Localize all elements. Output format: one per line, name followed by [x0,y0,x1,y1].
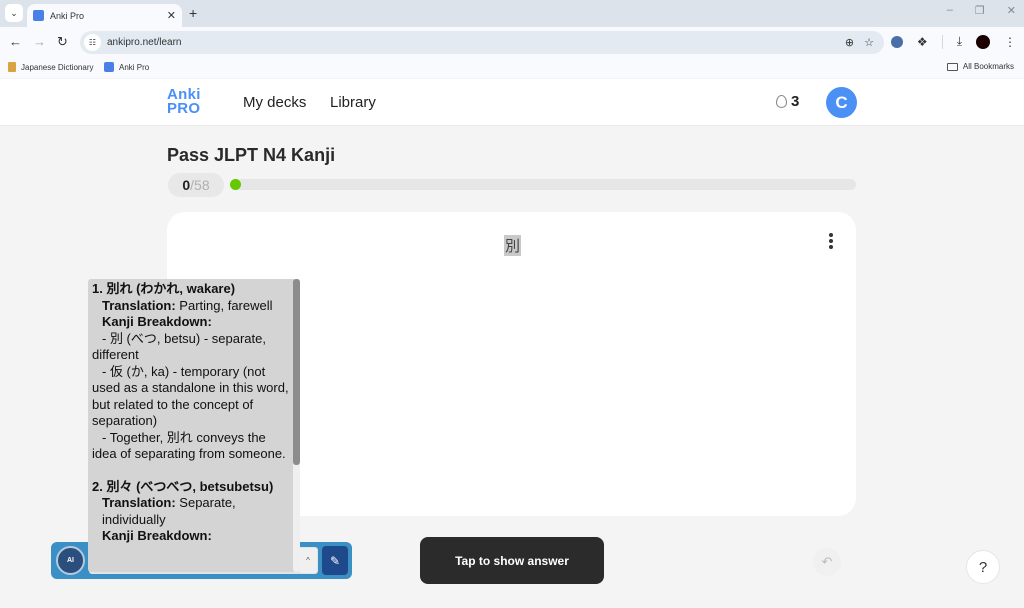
site-header: Anki PRO My decks Library 3 C [0,79,1024,126]
tab-search-button[interactable]: ⌄ [5,4,23,22]
extensions-puzzle-icon[interactable]: ❖ [917,35,928,49]
deck-title: Pass JLPT N4 Kanji [167,145,336,165]
bookmarks-bar: Japanese Dictionary Anki Pro All Bookmar… [0,58,1024,78]
progress-bar [230,179,856,190]
anki-pro-logo[interactable]: Anki PRO [167,87,201,117]
tab-title: Anki Pro [50,10,85,21]
entry-1-breakdown-line: - Together, 別れ conveys the idea of separ… [92,429,286,462]
entry-2-translation-label: Translation: [102,495,176,510]
bookmark-anki-pro[interactable]: Anki Pro [104,62,149,72]
folder-icon [946,62,958,71]
url-text[interactable]: ankipro.net/learn [107,37,845,48]
back-arrow-icon[interactable]: ← [9,34,22,49]
all-bookmarks-button[interactable]: All Bookmarks [946,62,1014,71]
pencil-icon: ✎ [329,553,341,568]
reload-icon[interactable]: ↻ [57,34,68,50]
browser-toolbar: ← → ↻ ☷ ankipro.net/learn ⊕ ☆ ❖ ⤓ ⋮ [0,27,1024,58]
bookmark-label: Japanese Dictionary [21,62,94,72]
ai-logo-label: AI [67,557,74,564]
undo-icon: ↶ [821,554,833,569]
caret-up-icon: ^ [306,556,310,565]
ai-explanation-popup[interactable]: 1. 別れ (わかれ, wakare) Translation: Parting… [88,279,300,572]
entry-1-breakdown-line: - 仮 (か, ka) - temporary (not used as a s… [92,363,289,429]
window-close-icon[interactable]: ✕ [1007,4,1016,17]
anki-pro-favicon-icon [33,10,44,21]
entry-1-breakdown-label: Kanji Breakdown: [102,314,212,329]
cards-done: 0 [182,177,191,193]
entry-2-heading: 2. 別々 (べつべつ, betsubetsu) [92,478,274,494]
extension-icon[interactable] [890,35,903,48]
new-tab-button[interactable]: + [189,5,197,21]
popup-scrollbar-thumb[interactable] [293,279,300,465]
logo-line-2: PRO [167,100,201,117]
browser-tab-anki-pro[interactable]: Anki Pro ✕ [27,4,182,27]
entry-1-breakdown-line: - 別 (べつ, betsu) - separate, different [92,330,266,363]
popup-scrollbar[interactable] [293,279,300,572]
bookmark-label: Anki Pro [119,62,150,72]
help-icon: ? [978,558,988,576]
toolbar-divider [941,34,943,49]
download-icon[interactable]: ⤓ [957,34,962,49]
user-avatar[interactable]: C [826,87,857,118]
entry-1-heading: 1. 別れ (わかれ, wakare) [92,281,236,296]
bookmark-star-icon[interactable]: ☆ [864,36,874,49]
avatar-initial: C [835,92,848,112]
flame-icon [776,95,787,108]
browser-tabstrip: ⌄ Anki Pro ✕ + – ❐ ✕ [0,0,1024,27]
undo-button[interactable]: ↶ [813,548,841,576]
ai-extension-logo-icon[interactable]: AI [56,546,85,575]
address-bar[interactable]: ☷ ankipro.net/learn ⊕ ☆ [80,31,884,54]
card-front-kanji: 別 [504,235,522,256]
minimize-icon[interactable]: – [947,4,953,17]
chevron-down-icon: ⌄ [10,7,18,18]
progress-counter: 0/58 [168,173,224,197]
cards-total: /58 [190,177,210,193]
entry-2-breakdown-label: Kanji Breakdown: [102,528,212,543]
help-button[interactable]: ? [966,550,1000,584]
card-more-menu-icon[interactable] [828,233,834,249]
bookmark-japanese-dictionary[interactable]: Japanese Dictionary [8,62,93,72]
entry-1-translation-label: Translation: [102,297,176,313]
more-menu-icon[interactable]: ⋮ [1004,35,1016,49]
all-bookmarks-label: All Bookmarks [962,62,1014,71]
nav-my-decks[interactable]: My decks [243,94,306,111]
show-answer-button[interactable]: Tap to show answer [420,537,604,584]
zoom-icon[interactable]: ⊕ [845,36,854,49]
streak-counter[interactable]: 3 [776,93,799,110]
dictionary-favicon-icon [8,62,16,72]
progress-bar-fill [230,179,241,190]
forward-arrow-icon[interactable]: → [33,34,46,49]
window-controls: – ❐ ✕ [947,4,1016,17]
profile-avatar[interactable] [976,34,990,49]
edit-button[interactable]: ✎ [322,546,348,575]
collapse-caret-button[interactable]: ^ [299,548,317,573]
streak-count: 3 [791,93,800,110]
toolbar-actions: ❖ ⤓ ⋮ [890,34,1016,49]
entry-1-translation: Parting, farewell [175,297,273,313]
site-info-icon[interactable]: ☷ [84,34,101,51]
nav-library[interactable]: Library [330,94,376,111]
restore-icon[interactable]: ❐ [975,4,985,17]
close-tab-icon[interactable]: ✕ [167,9,176,22]
anki-pro-favicon-icon [104,62,114,72]
